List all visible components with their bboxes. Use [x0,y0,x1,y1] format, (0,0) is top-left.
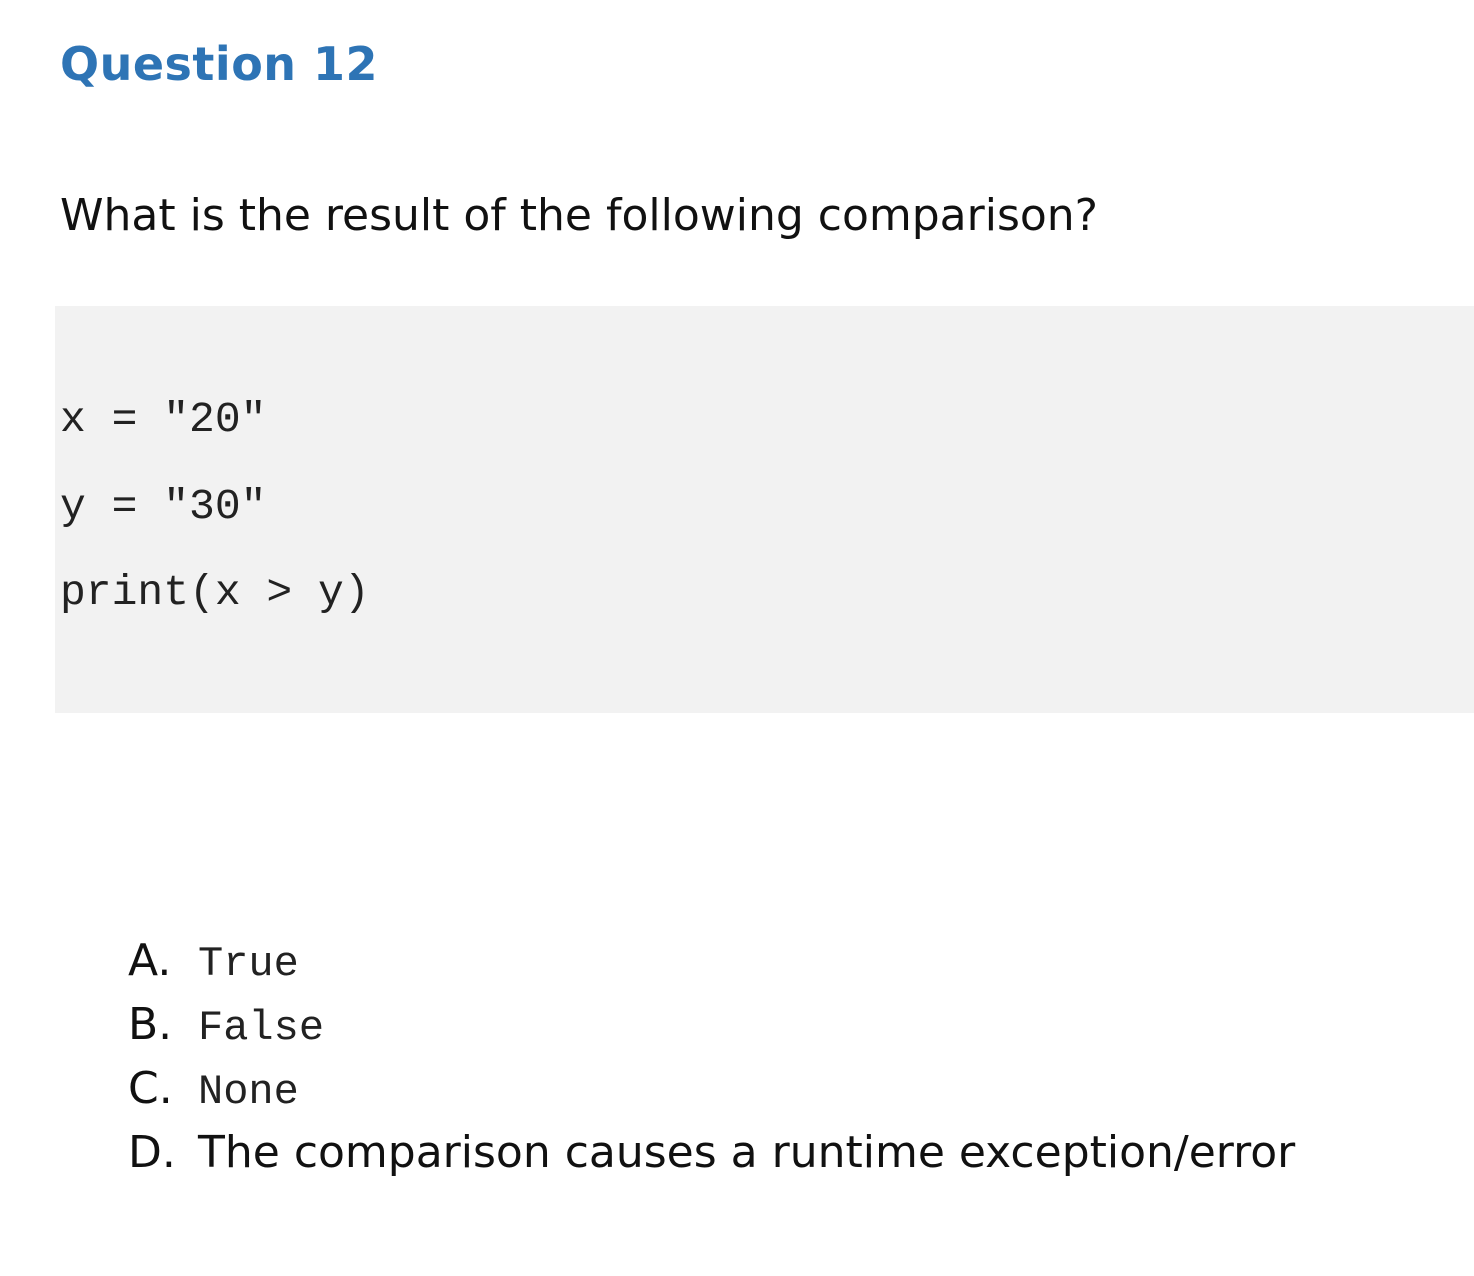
code-line: x = "20" [60,395,267,444]
answer-options-list: A. True B. False C. None D. The comparison c… [128,932,1295,1188]
option-letter: C. [128,1063,173,1114]
option-letter: B. [128,999,173,1050]
option-text: False [198,1004,325,1052]
option-text: None [198,1068,299,1116]
option-letter: D. [128,1127,176,1178]
question-heading: Question 12 [60,37,379,91]
code-line: y = "30" [60,482,267,531]
option-text: The comparison causes a runtime exceptio… [198,1127,1296,1178]
question-prompt: What is the result of the following comp… [60,190,1099,241]
option-text: True [198,940,299,988]
code-block: x = "20" y = "30" print(x > y) [55,306,1474,713]
answer-option-c[interactable]: C. None [128,1060,1295,1124]
option-letter: A. [128,935,172,986]
answer-option-a[interactable]: A. True [128,932,1295,996]
quiz-page: Question 12 What is the result of the fo… [0,0,1474,1276]
code-line: print(x > y) [60,568,370,617]
answer-option-b[interactable]: B. False [128,996,1295,1060]
answer-option-d[interactable]: D. The comparison causes a runtime except… [128,1124,1295,1188]
